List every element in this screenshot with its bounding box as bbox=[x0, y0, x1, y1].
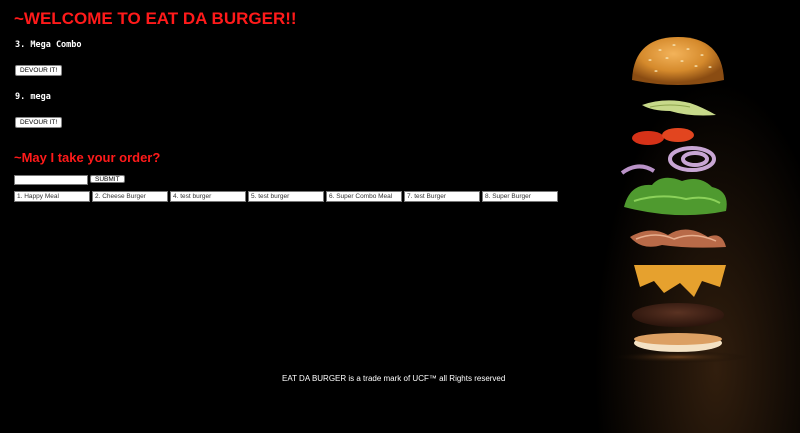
menu-list: 1. Happy Meal 2. Cheese Burger 4. test b… bbox=[14, 191, 558, 202]
burger-item-name: 3. Mega Combo bbox=[15, 40, 82, 50]
menu-item[interactable]: 2. Cheese Burger bbox=[92, 191, 168, 202]
burger-item-name: 9. mega bbox=[15, 92, 51, 102]
devour-button[interactable]: DEVOUR IT! bbox=[15, 65, 63, 76]
footer-trademark: EAT DA BURGER is a trade mark of UCF™ al… bbox=[282, 374, 506, 383]
menu-item[interactable]: 7. test Burger bbox=[404, 191, 480, 202]
submit-button[interactable]: SUBMIT bbox=[90, 175, 125, 183]
devour-button[interactable]: DEVOUR IT! bbox=[15, 117, 63, 128]
menu-item[interactable]: 5. test burger bbox=[248, 191, 324, 202]
order-input[interactable] bbox=[14, 175, 88, 185]
menu-item[interactable]: 4. test burger bbox=[170, 191, 246, 202]
menu-item[interactable]: 8. Super Burger bbox=[482, 191, 558, 202]
page-title: ~WELCOME TO EAT DA BURGER!! bbox=[14, 9, 297, 28]
burger-illustration-icon bbox=[608, 37, 748, 363]
menu-item[interactable]: 6. Super Combo Meal bbox=[326, 191, 402, 202]
menu-item[interactable]: 1. Happy Meal bbox=[14, 191, 90, 202]
order-heading: ~May I take your order? bbox=[14, 150, 161, 165]
